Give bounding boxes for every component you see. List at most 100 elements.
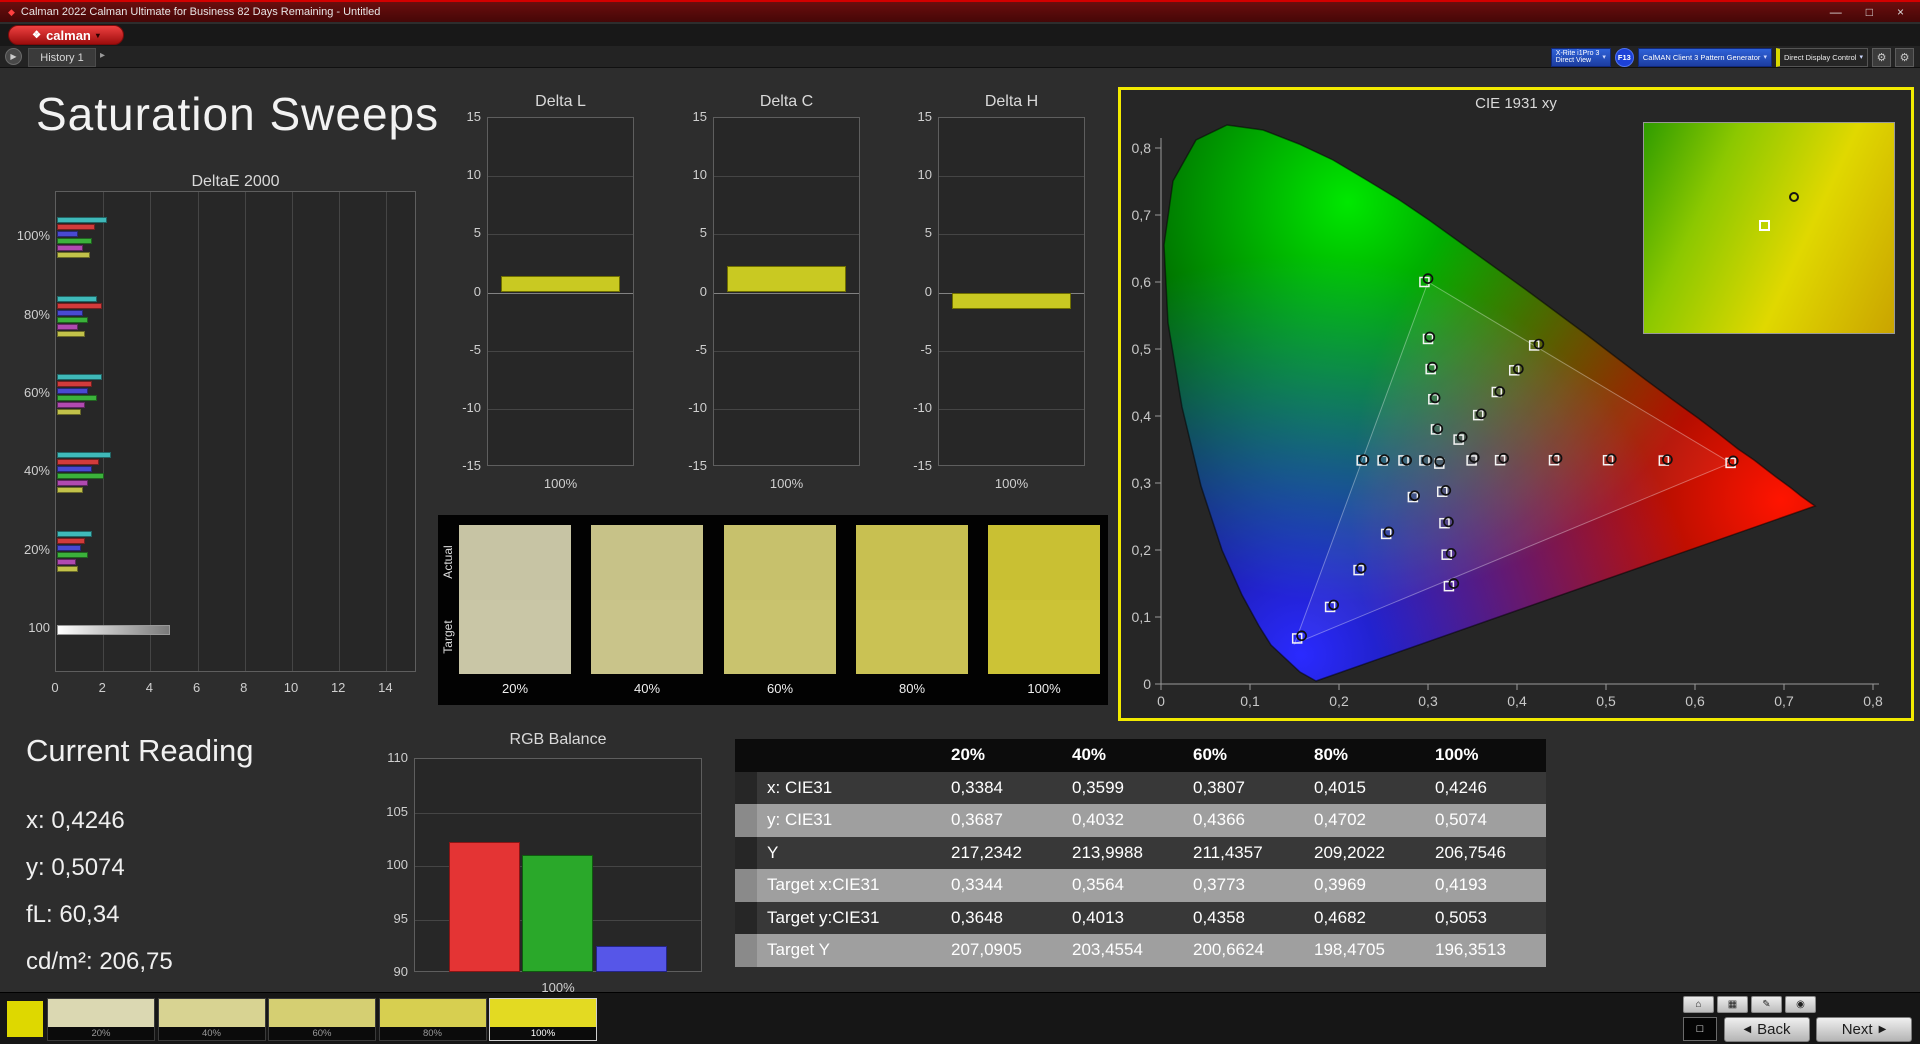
deltae-bar	[57, 538, 86, 544]
compare-patch	[459, 525, 571, 674]
table-cell	[735, 804, 757, 837]
back-button[interactable]: ◀ Back	[1724, 1017, 1810, 1042]
gridline	[714, 350, 859, 352]
swatch-color	[490, 999, 596, 1027]
reading-fl: fL: 60,34	[26, 901, 120, 928]
table-cell: 217,2342	[941, 836, 1062, 869]
table-cell: 213,9988	[1062, 836, 1183, 869]
delta_l-bar	[501, 276, 620, 293]
compare-patch-label: 80%	[898, 681, 926, 696]
delta_h-y-tick: 15	[917, 109, 932, 124]
deltae-bar	[57, 466, 93, 472]
delta-h-xlabel: 100%	[994, 476, 1029, 491]
home-button[interactable]: ⌂	[1683, 996, 1714, 1013]
svg-text:0,3: 0,3	[1418, 693, 1438, 709]
table-cell: 0,4246	[1425, 771, 1546, 804]
svg-text:0,2: 0,2	[1329, 693, 1349, 709]
deltae-bar	[57, 381, 93, 387]
table-cell	[735, 901, 757, 934]
delta_l-y-tick: 0	[473, 283, 481, 299]
settings-gear-button-2[interactable]: ⚙	[1895, 47, 1914, 67]
deltae-y-tick: 20%	[23, 542, 50, 557]
saturation-swatch-button[interactable]: 80%	[378, 998, 487, 1041]
table-cell: 0,3384	[941, 771, 1062, 804]
saturation-data-table: 20% 40% 60% 80% 100% x: CIE31 0,3384 0,3599 0,38…	[735, 739, 1547, 967]
reports-button[interactable]: ▦	[1717, 996, 1748, 1013]
display-control-selector[interactable]: Direct Display Control ▾	[1775, 47, 1868, 67]
actual-swatch	[856, 525, 968, 600]
meter-selector[interactable]: X-Rite i1Pro 3 Direct View ▾	[1550, 47, 1611, 67]
deltae-bar	[57, 566, 79, 572]
gridline	[939, 408, 1084, 410]
delta_h-y-tick: -10	[913, 399, 932, 415]
deltae-y-tick: 60%	[23, 385, 50, 400]
compare-patch-label: 40%	[633, 681, 661, 696]
workflow-tab-bar: ▶ History 1 ▸ X-Rite i1Pro 3 Direct View…	[0, 46, 1920, 68]
saturation-swatch-button[interactable]: 20%	[47, 998, 155, 1041]
deltae-bar	[57, 388, 88, 394]
table-cell: 0,4032	[1062, 804, 1183, 837]
cie-zoom-inset	[1643, 122, 1895, 334]
meter-badge[interactable]: F13	[1614, 47, 1634, 67]
saturation-swatch-button[interactable]: 100%	[489, 998, 597, 1041]
svg-text:0,8: 0,8	[1132, 140, 1152, 156]
gridline	[488, 408, 633, 410]
settings-gear-button[interactable]: ⚙	[1872, 47, 1891, 67]
swatch-label: 60%	[269, 1027, 375, 1040]
compare-patch	[724, 525, 836, 674]
chevron-down-icon: ▾	[95, 30, 100, 40]
svg-text:0,6: 0,6	[1132, 274, 1152, 290]
table-cell: 60%	[1183, 739, 1304, 772]
menu-row: ❖ calman ▾	[0, 24, 1920, 46]
table-cell: 20%	[941, 739, 1062, 772]
grid-icon: ▦	[1727, 999, 1738, 1010]
pattern-window-button[interactable]: □	[1683, 1017, 1717, 1041]
table-cell: Target Y	[757, 934, 941, 967]
next-button[interactable]: Next ▶	[1816, 1017, 1912, 1042]
rgb-y-tick: 90	[393, 964, 408, 979]
table-header-row: 20% 40% 60% 80% 100%	[735, 739, 1547, 772]
gridline	[714, 292, 859, 294]
gridline	[386, 192, 388, 671]
delta-c-title: Delta C	[759, 93, 814, 110]
rgb-balance-title: RGB Balance	[509, 731, 607, 748]
pattern-generator-selector[interactable]: CalMAN Client 3 Pattern Generator ▾	[1637, 47, 1772, 67]
table-cell: 209,2022	[1304, 836, 1425, 869]
gridline	[488, 292, 633, 294]
compare-patch	[856, 525, 968, 674]
next-arrow-icon: ▶	[1878, 1024, 1887, 1035]
close-button[interactable]: ×	[1897, 5, 1904, 19]
cie-1931-chart-panel[interactable]: CIE 1931 xy 0 0,1 0,2 0,3 0,4 0,5 0,6 0,7 0,8 0 0,…	[1118, 87, 1914, 721]
capture-button[interactable]: ◉	[1785, 996, 1816, 1013]
tab-history-1[interactable]: History 1	[28, 48, 96, 67]
deltae-bar	[57, 245, 83, 251]
delta_c-y-tick: 15	[692, 109, 707, 124]
deltae-bar	[57, 331, 86, 337]
inset-measured-marker	[1789, 192, 1799, 203]
chevron-down-icon: ▾	[1763, 54, 1767, 61]
saturation-swatch-button[interactable]: 60%	[268, 998, 376, 1041]
svg-text:0,4: 0,4	[1132, 408, 1152, 424]
table-row: Target x:CIE31 0,3344 0,3564 0,3773 0,3969 0,…	[735, 869, 1547, 902]
history-nav-button[interactable]: ▶	[5, 48, 22, 65]
svg-text:0,6: 0,6	[1685, 693, 1705, 709]
maximize-button[interactable]: □	[1866, 5, 1873, 19]
notes-button[interactable]: ✎	[1751, 996, 1782, 1013]
back-arrow-icon: ◀	[1743, 1024, 1752, 1035]
svg-text:0,5: 0,5	[1596, 693, 1616, 709]
delta_h-y-tick: -15	[913, 458, 932, 473]
compare-patch-label: 20%	[501, 681, 529, 696]
swatch-label: 100%	[490, 1027, 596, 1040]
saturation-swatch-button[interactable]: 40%	[157, 998, 266, 1041]
tab-scroll-right-icon[interactable]: ▸	[100, 50, 105, 61]
minimize-button[interactable]: —	[1830, 5, 1842, 19]
table-cell: 0,4013	[1062, 901, 1183, 934]
deltae-bar	[57, 310, 83, 316]
calman-logo-text: calman	[46, 27, 91, 43]
gridline	[197, 192, 199, 671]
deltae-y-tick: 40%	[23, 463, 50, 478]
calman-menu-button[interactable]: ❖ calman ▾	[8, 25, 124, 45]
table-cell: 198,4705	[1304, 934, 1425, 967]
svg-text:0: 0	[1157, 693, 1165, 709]
actual-target-compare-panel: Actual Target 20% 40% 60% 80% 100%	[438, 515, 1108, 705]
